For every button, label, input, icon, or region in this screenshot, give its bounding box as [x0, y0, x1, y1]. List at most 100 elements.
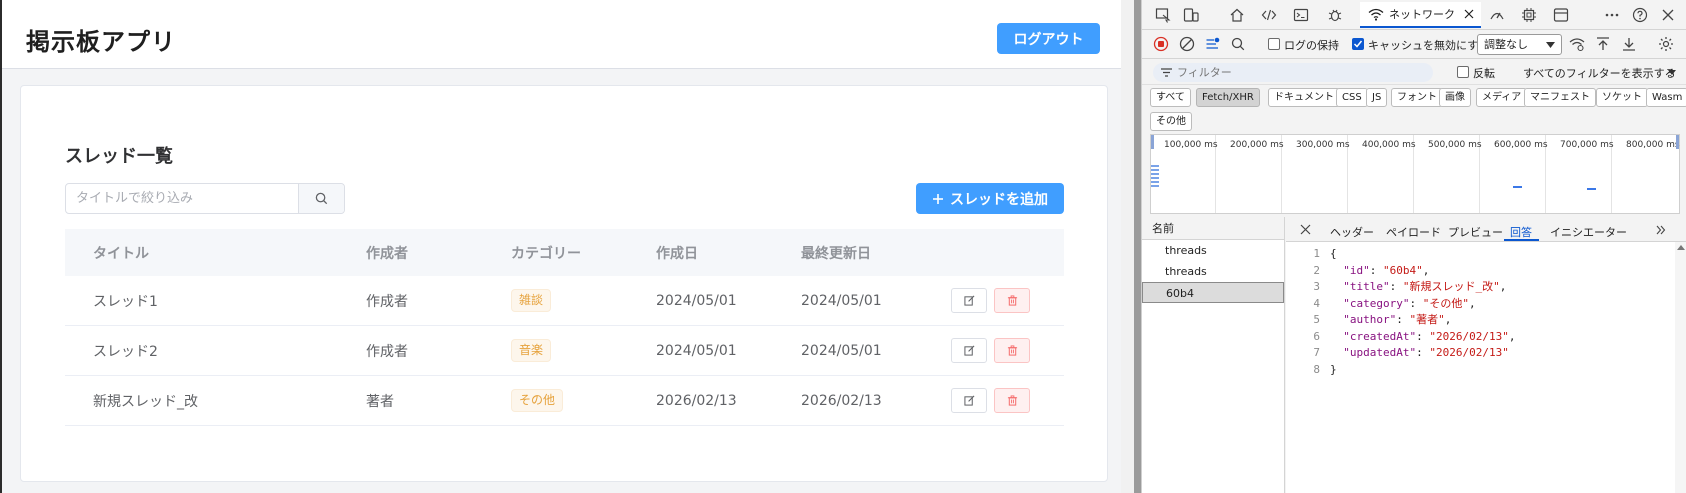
edit-button[interactable] [951, 388, 987, 413]
request-list-header[interactable]: 名前 [1142, 217, 1284, 240]
more-tabs-icon[interactable] [1656, 225, 1666, 235]
edit-button[interactable] [951, 338, 987, 363]
import-har-icon[interactable] [1594, 35, 1612, 53]
preserve-log-label: ログの保持 [1284, 39, 1339, 52]
table-row[interactable]: スレッド1 作成者 雑談 2024/05/01 2024/05/01 [65, 276, 1064, 326]
tab-response[interactable]: 回答 [1510, 224, 1532, 240]
thread-title[interactable]: 新規スレッド_改 [65, 391, 366, 411]
tab-initiator[interactable]: イニシエーター [1550, 224, 1627, 240]
record-stop-icon[interactable] [1152, 35, 1170, 53]
thread-title[interactable]: スレッド2 [65, 341, 366, 361]
trash-icon [1007, 395, 1017, 406]
thread-author: 著者 [366, 393, 394, 410]
inspect-element-icon[interactable] [1154, 6, 1172, 24]
search-button[interactable] [298, 184, 344, 213]
add-thread-button[interactable]: スレッドを追加 [916, 183, 1064, 214]
tab-preview[interactable]: プレビュー [1448, 224, 1503, 240]
request-row[interactable]: threads [1142, 261, 1284, 282]
memory-icon[interactable] [1520, 6, 1538, 24]
thread-updated: 2026/02/13 [801, 392, 882, 409]
add-thread-label: スレッドを追加 [950, 191, 1048, 208]
elements-icon[interactable] [1260, 6, 1278, 24]
clear-icon[interactable] [1178, 35, 1196, 53]
timeline-selection-handle-left[interactable] [1151, 135, 1154, 149]
app-title: 掲示板アプリ [26, 28, 176, 56]
type-image[interactable]: 画像 [1439, 88, 1471, 107]
thread-title[interactable]: スレッド1 [65, 291, 366, 311]
thread-list-card: スレッド一覧 スレッドを追加 タイトル 作成者 カテゴリー 作成日 最終更新日 [20, 85, 1108, 482]
col-created: 作成日 [656, 245, 698, 262]
disable-cache-checkbox[interactable] [1352, 38, 1364, 50]
console-icon[interactable] [1292, 6, 1310, 24]
scroll-up-icon[interactable] [1677, 245, 1685, 250]
title-filter-input[interactable] [66, 184, 298, 213]
response-scrollbar[interactable] [1675, 242, 1686, 493]
request-row[interactable]: threads [1142, 240, 1284, 261]
request-row-selected[interactable]: 60b4 [1142, 282, 1284, 303]
tab-payload[interactable]: ペイロード [1386, 224, 1441, 240]
delete-button[interactable] [994, 388, 1030, 413]
tab-headers[interactable]: ヘッダー [1330, 224, 1374, 240]
logout-button[interactable]: ログアウト [997, 23, 1100, 54]
devtools-panel: ネットワーク ログの保持 キャッシュを無効にする 調整なし フィルター 反転 す… [1141, 0, 1686, 493]
page-scrollbar-thumb[interactable] [1134, 0, 1141, 493]
help-icon[interactable] [1631, 6, 1649, 24]
type-other[interactable]: その他 [1150, 112, 1192, 131]
timeline-request-bar [1513, 186, 1522, 188]
type-all[interactable]: すべて [1150, 88, 1191, 107]
type-document[interactable]: ドキュメント [1268, 88, 1340, 107]
throttle-value: 調整なし [1484, 38, 1528, 51]
tick-label: 200,000 ms [1230, 140, 1284, 150]
table-row[interactable]: 新規スレッド_改 著者 その他 2026/02/13 2026/02/13 [65, 376, 1064, 426]
type-media[interactable]: メディア [1476, 88, 1528, 107]
request-detail: ヘッダー ペイロード プレビュー 回答 イニシエーター 1{ 2 "id": "… [1286, 217, 1686, 493]
search-icon[interactable] [1229, 35, 1247, 53]
throttle-select[interactable]: 調整なし [1477, 34, 1562, 55]
preserve-log-checkbox[interactable] [1268, 38, 1280, 50]
type-fetch-xhr[interactable]: Fetch/XHR [1196, 88, 1260, 107]
active-tab-underline [1504, 239, 1539, 241]
more-tools-icon[interactable] [1603, 6, 1621, 24]
type-manifest[interactable]: マニフェスト [1524, 88, 1596, 107]
type-socket[interactable]: ソケット [1596, 88, 1648, 107]
network-settings-icon[interactable] [1657, 35, 1675, 53]
close-icon[interactable] [1300, 224, 1311, 235]
filter-settings-icon[interactable] [1204, 35, 1222, 53]
close-icon[interactable] [1464, 9, 1474, 19]
col-category: カテゴリー [511, 245, 581, 262]
tick-label: 100,000 ms [1164, 140, 1218, 150]
code-line: 8} [1313, 362, 1337, 376]
filter-input[interactable] [1153, 63, 1433, 82]
network-conditions-icon[interactable] [1568, 35, 1586, 53]
network-tab[interactable]: ネットワーク [1360, 2, 1481, 28]
delete-button[interactable] [994, 288, 1030, 313]
sources-bug-icon[interactable] [1326, 6, 1344, 24]
type-font[interactable]: フォント [1391, 88, 1443, 107]
invert-checkbox[interactable] [1457, 66, 1469, 78]
show-all-filters-label[interactable]: すべてのフィルターを表示する [1523, 65, 1676, 81]
thread-updated: 2024/05/01 [801, 342, 882, 359]
timeline-selection-handle-right[interactable] [1676, 135, 1679, 149]
close-devtools-icon[interactable] [1659, 6, 1677, 24]
export-har-icon[interactable] [1620, 35, 1638, 53]
edit-button[interactable] [951, 288, 987, 313]
code-line: 3 "title": "新規スレッド_改", [1313, 280, 1507, 293]
timeline-overview[interactable]: 100,000 ms 200,000 ms 300,000 ms 400,000… [1150, 134, 1680, 214]
device-toolbar-icon[interactable] [1182, 6, 1200, 24]
col-updated: 最終更新日 [801, 245, 871, 262]
performance-icon[interactable] [1488, 6, 1506, 24]
tick-label: 300,000 ms [1296, 140, 1350, 150]
request-list: 名前 threads threads 60b4 [1142, 217, 1285, 493]
devtools-tab-bar: ネットワーク [1142, 0, 1686, 30]
response-body[interactable]: 1{ 2 "id": "60b4", 3 "title": "新規スレッド_改"… [1286, 246, 1674, 378]
chevron-down-icon[interactable] [1668, 70, 1676, 75]
thread-author: 作成者 [366, 293, 408, 310]
type-css[interactable]: CSS [1336, 88, 1368, 107]
application-icon[interactable] [1552, 6, 1570, 24]
timeline-request-bar [1587, 188, 1596, 190]
table-row[interactable]: スレッド2 作成者 音楽 2024/05/01 2024/05/01 [65, 326, 1064, 376]
type-js[interactable]: JS [1366, 88, 1388, 107]
welcome-home-icon[interactable] [1228, 6, 1246, 24]
type-wasm[interactable]: Wasm [1646, 88, 1686, 107]
delete-button[interactable] [994, 338, 1030, 363]
